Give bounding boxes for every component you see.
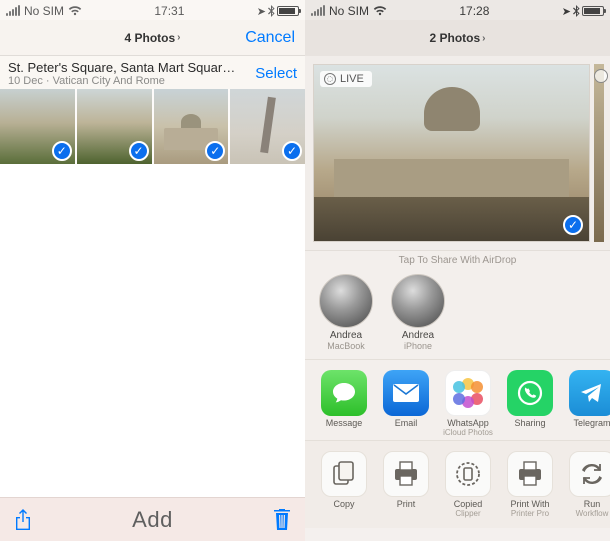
cancel-button[interactable]: Cancel (245, 29, 295, 47)
share-sheet: Tap To Share With AirDrop Andrea MacBook… (305, 250, 610, 528)
check-icon: ✓ (52, 141, 72, 161)
moment-header: St. Peter's Square, Santa Mart Square,… … (0, 56, 305, 89)
trash-icon[interactable] (273, 509, 291, 531)
signal-bars-icon (311, 6, 325, 16)
live-icon (594, 69, 608, 83)
photo-preview-next[interactable] (594, 64, 604, 242)
empty-area (0, 164, 305, 497)
carrier-label: No SIM (329, 4, 369, 18)
wifi-icon (373, 6, 387, 16)
telegram-icon (569, 370, 610, 416)
screen-share-sheet: No SIM 17:28 ➤ 2 Photos › (305, 0, 610, 541)
share-app-mail[interactable]: Email (377, 370, 435, 438)
airdrop-contact[interactable]: Andrea MacBook (315, 274, 377, 351)
print-icon (383, 451, 429, 497)
check-icon: ✓ (205, 141, 225, 161)
bluetooth-icon (573, 5, 580, 17)
moment-title: St. Peter's Square, Santa Mart Square,… (8, 60, 238, 75)
location-icon: ➤ (257, 5, 266, 18)
moment-subtitle: 10 Dec · Vatican City And Rome (8, 75, 238, 87)
photo-thumb[interactable]: ✓ (77, 89, 152, 164)
status-time: 17:28 (459, 4, 489, 18)
share-actions-row: Copy Print Copied Clipper (305, 440, 610, 529)
status-bar: No SIM 17:28 ➤ (305, 0, 610, 20)
airdrop-contact[interactable]: Andrea iPhone (387, 274, 449, 351)
share-app-message[interactable]: Message (315, 370, 373, 438)
battery-icon (582, 6, 604, 16)
select-button[interactable]: Select (255, 65, 297, 82)
mail-icon (383, 370, 429, 416)
bottom-toolbar: Add (0, 497, 305, 541)
action-clipper[interactable]: Copied Clipper (439, 451, 497, 519)
share-app-icloud-photos[interactable]: WhatsApp iCloud Photos (439, 370, 497, 438)
nav-title[interactable]: 2 Photos › (429, 31, 485, 45)
carrier-label: No SIM (24, 4, 64, 18)
check-icon: ✓ (282, 141, 302, 161)
photos-icon (445, 370, 491, 416)
copy-icon (321, 451, 367, 497)
avatar (391, 274, 445, 328)
chevron-right-icon: › (482, 33, 485, 44)
message-icon (321, 370, 367, 416)
whatsapp-icon (507, 370, 553, 416)
nav-bar: 4 Photos › Cancel (0, 20, 305, 56)
nav-title[interactable]: 4 Photos › (124, 31, 180, 45)
airdrop-hint: Tap To Share With AirDrop (305, 255, 610, 266)
action-copy[interactable]: Copy (315, 451, 373, 519)
wifi-icon (68, 6, 82, 16)
check-icon: ✓ (129, 141, 149, 161)
avatar (319, 274, 373, 328)
share-app-whatsapp[interactable]: Sharing (501, 370, 559, 438)
battery-icon (277, 6, 299, 16)
check-icon: ✓ (563, 215, 583, 235)
photo-thumb[interactable]: ✓ (0, 89, 75, 164)
bluetooth-icon (268, 5, 275, 17)
screen-photo-selection: No SIM 17:31 ➤ 4 Photos › Cancel (0, 0, 305, 541)
signal-bars-icon (6, 6, 20, 16)
action-workflow[interactable]: Run Workflow (563, 451, 610, 519)
clipboard-icon (445, 451, 491, 497)
status-time: 17:31 (154, 4, 184, 18)
photo-preview-strip: LIVE ✓ (305, 56, 610, 250)
photo-grid: ✓ ✓ ✓ ✓ (0, 89, 305, 164)
chevron-right-icon: › (177, 32, 180, 43)
share-app-telegram[interactable]: Telegram (563, 370, 610, 438)
action-printer-pro[interactable]: Print With Printer Pro (501, 451, 559, 519)
share-icon[interactable] (14, 509, 32, 531)
live-icon (324, 73, 336, 85)
airdrop-contacts: Andrea MacBook Andrea iPhone (305, 270, 610, 359)
photo-preview[interactable]: LIVE ✓ (313, 64, 590, 242)
location-icon: ➤ (562, 5, 571, 18)
add-button[interactable]: Add (32, 507, 273, 533)
live-badge: LIVE (320, 71, 372, 87)
share-apps-row: Message Email WhatsApp iCloud Photos (305, 359, 610, 440)
status-bar: No SIM 17:31 ➤ (0, 0, 305, 20)
action-print[interactable]: Print (377, 451, 435, 519)
sync-icon (569, 451, 610, 497)
photo-thumb[interactable]: ✓ (154, 89, 229, 164)
photo-thumb[interactable]: ✓ (230, 89, 305, 164)
printer-icon (507, 451, 553, 497)
nav-bar: 2 Photos › (305, 20, 610, 56)
